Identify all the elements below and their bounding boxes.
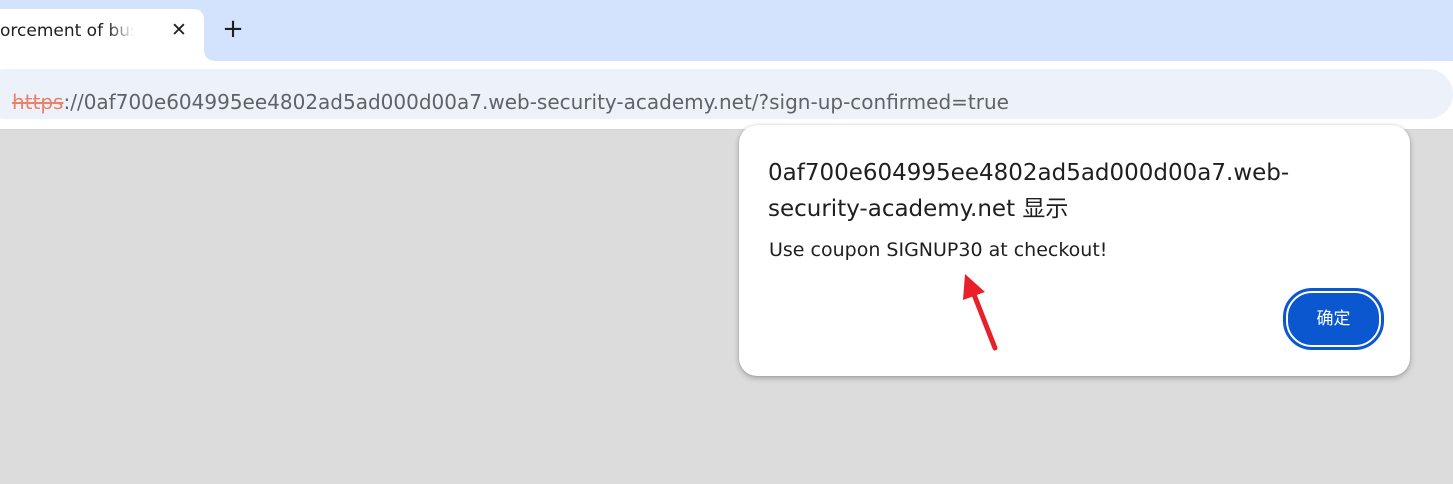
address-bar[interactable]: https://0af700e604995ee4802ad5ad000d00a7… [0,69,1453,119]
alert-dialog: 0af700e604995ee4802ad5ad000d00a7.web-sec… [739,125,1410,376]
dialog-title: 0af700e604995ee4802ad5ad000d00a7.web-sec… [768,160,1290,222]
ok-button[interactable]: 确定 [1283,288,1384,350]
url-scheme: https [12,90,64,114]
dialog-message: Use coupon SIGNUP30 at checkout! [769,239,1108,261]
active-tab[interactable]: orcement of busin ✕ [0,9,204,61]
plus-icon[interactable]: + [218,14,248,44]
close-icon[interactable]: ✕ [168,19,190,41]
url-rest: ://0af700e604995ee4802ad5ad000d00a7.web-… [63,90,1009,114]
url-text[interactable]: https://0af700e604995ee4802ad5ad000d00a7… [12,90,1009,114]
tab-title: orcement of busin [0,21,134,41]
tab-corner [204,51,214,61]
browser-toolbar: https://0af700e604995ee4802ad5ad000d00a7… [0,61,1453,130]
arrow-shaft [970,289,998,351]
annotation-arrow [963,274,998,351]
tab-strip: orcement of busin ✕ + [0,0,1453,61]
